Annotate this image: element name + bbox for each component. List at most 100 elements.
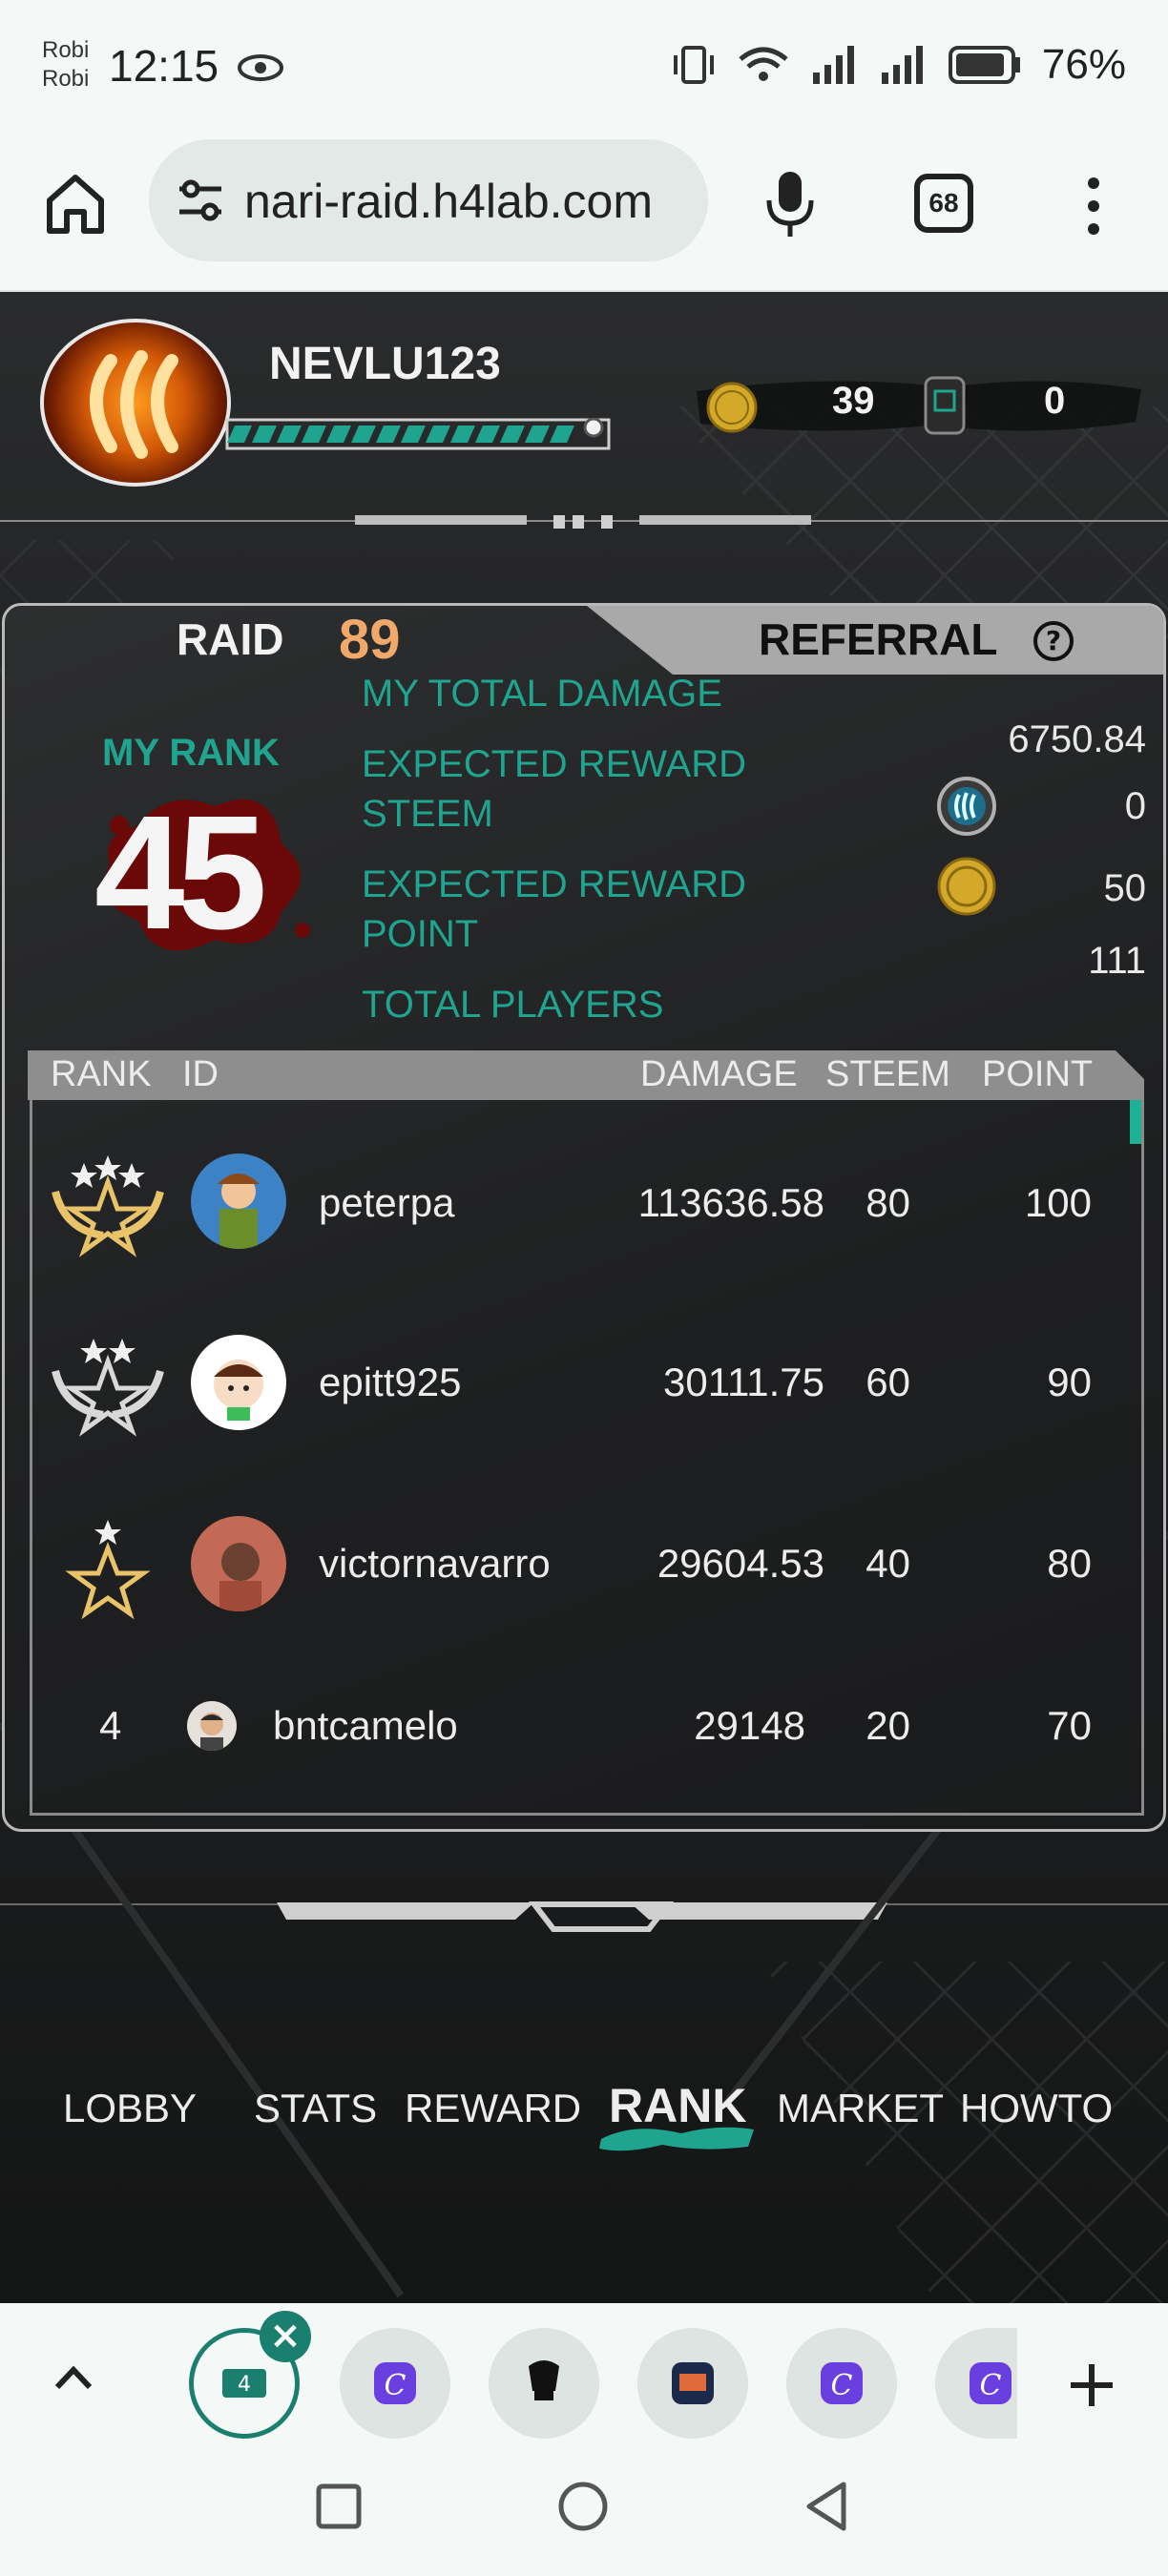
steem-value: 80	[866, 1180, 910, 1225]
ranking-table[interactable]: peterpa 113636.58 80 100 epitt925 30111.…	[30, 1100, 1144, 1816]
vibrate-icon	[673, 46, 714, 84]
tab-thumbnail[interactable]: C	[786, 2328, 897, 2439]
silver-rank-badge-icon	[52, 1339, 164, 1437]
player-id: epitt925	[319, 1360, 462, 1404]
nav-lobby[interactable]: LOBBY	[63, 2086, 197, 2131]
avatar	[191, 1335, 286, 1430]
header-rank: RANK	[51, 1054, 152, 1094]
point-value: 90	[1047, 1360, 1092, 1404]
signal-icon-1	[812, 46, 854, 84]
total-damage-label: MY TOTAL DAMAGE	[362, 673, 722, 715]
xp-progress-bar	[225, 418, 611, 450]
back-icon[interactable]	[803, 2481, 849, 2532]
carrier-1: Robi	[42, 37, 90, 63]
nav-reward[interactable]: REWARD	[405, 2086, 581, 2131]
game-screen: NEVLU123 39 0 RAID 89 REFERRAL ? MY RANK…	[0, 292, 1168, 2303]
reward-steem-label: EXPECTED REWARD STEEM	[362, 739, 746, 839]
system-navigation-bar	[0, 2446, 1168, 2576]
help-icon[interactable]: ?	[1033, 621, 1074, 661]
rank-number: 4	[99, 1703, 122, 1748]
header-id: ID	[182, 1054, 219, 1094]
avatar	[191, 1153, 286, 1249]
address-bar[interactable]: nari-raid.h4lab.com	[149, 139, 708, 261]
recents-icon[interactable]	[315, 2483, 363, 2530]
svg-text:4: 4	[238, 2373, 251, 2397]
player-avatar[interactable]	[40, 319, 231, 487]
url-text: nari-raid.h4lab.com	[244, 175, 653, 228]
reward-point-label: EXPECTED REWARD POINT	[362, 860, 746, 959]
player-id: peterpa	[319, 1180, 455, 1225]
point-value: 80	[1047, 1541, 1092, 1586]
steem-coin-icon	[937, 777, 996, 836]
my-rank-number: 45	[94, 782, 267, 964]
new-tab-icon[interactable]	[1067, 2360, 1116, 2410]
home-icon[interactable]	[42, 170, 109, 237]
nav-howto[interactable]: HOWTO	[960, 2086, 1113, 2131]
gold-rank-badge-icon	[52, 1155, 164, 1257]
table-row[interactable]: epitt925 30111.75 60 90	[32, 1300, 1139, 1472]
damage-value: 29148	[694, 1703, 805, 1748]
browser-toolbar: nari-raid.h4lab.com 68	[0, 134, 1168, 292]
my-rank-label: MY RANK	[102, 732, 280, 774]
table-row[interactable]: peterpa 113636.58 80 100	[32, 1119, 1139, 1291]
steem-value: 60	[866, 1360, 910, 1404]
point-coin-icon	[937, 857, 996, 916]
tab-thumbnail[interactable]	[637, 2328, 748, 2439]
nav-stats[interactable]: STATS	[254, 2086, 377, 2131]
point-value: 70	[1047, 1703, 1092, 1748]
coin-count: 39	[832, 380, 875, 422]
player-id: victornavarro	[319, 1541, 551, 1586]
tab-referral[interactable]: REFERRAL	[759, 613, 997, 665]
nav-market[interactable]: MARKET	[777, 2086, 944, 2131]
tab-thumbnail[interactable]	[489, 2328, 599, 2439]
tab-switcher-button[interactable]: 68	[914, 174, 973, 233]
raid-rank-panel: RAID 89 REFERRAL ? MY RANK 45 MY TOTAL D…	[2, 603, 1166, 1832]
damage-value: 30111.75	[663, 1360, 824, 1404]
steem-logo-icon	[90, 350, 178, 459]
close-tab-icon[interactable]: ×	[260, 2311, 311, 2362]
home-nav-icon[interactable]	[557, 2481, 609, 2532]
header-point: POINT	[982, 1054, 1094, 1094]
header-damage: DAMAGE	[640, 1054, 798, 1094]
player-id: bntcamelo	[273, 1703, 458, 1748]
total-players-label: TOTAL PLAYERS	[362, 984, 664, 1026]
my-rank-display: 45	[81, 787, 329, 959]
battery-level: 76%	[1041, 41, 1126, 88]
nav-rank[interactable]: RANK	[609, 2078, 746, 2133]
tab-raid[interactable]: RAID	[177, 613, 283, 665]
reward-point-label-line2: POINT	[362, 913, 479, 955]
ticket-count: 0	[1044, 380, 1066, 422]
signal-icon-2	[881, 46, 923, 84]
mic-icon[interactable]	[763, 168, 817, 240]
site-settings-icon[interactable]	[176, 177, 225, 223]
bronze-rank-badge-icon	[65, 1520, 151, 1619]
reward-steem-label-line1: EXPECTED REWARD	[362, 743, 747, 785]
tab-thumbnail[interactable]: C	[935, 2328, 1017, 2439]
browser-tab-strip: 4 × C C C	[0, 2303, 1168, 2446]
carrier-2: Robi	[42, 66, 90, 92]
avatar	[187, 1701, 237, 1751]
reward-steem-value: 0	[1124, 785, 1146, 827]
wifi-icon	[739, 47, 788, 81]
gold-coin-icon	[706, 382, 758, 433]
player-name: NEVLU123	[269, 339, 501, 389]
reward-steem-label-line2: STEEM	[362, 793, 493, 835]
eye-icon	[238, 54, 283, 81]
table-row[interactable]: victornavarro 29604.53 40 80	[32, 1482, 1139, 1653]
status-icons: 76%	[672, 40, 1126, 90]
tab-thumbnail[interactable]: C	[340, 2328, 450, 2439]
chevron-up-icon[interactable]	[50, 2360, 97, 2395]
point-value: 100	[1024, 1180, 1092, 1225]
clock: 12:15	[109, 41, 219, 91]
battery-icon	[948, 46, 1020, 84]
svg-text:C: C	[831, 2369, 853, 2402]
more-menu-icon[interactable]	[1082, 176, 1105, 237]
steem-value: 40	[866, 1541, 910, 1586]
carrier-label: Robi Robi	[42, 36, 89, 93]
status-bar: Robi Robi 12:15 76%	[0, 0, 1168, 134]
damage-value: 29604.53	[657, 1541, 824, 1586]
total-players-value: 111	[1088, 940, 1146, 982]
reward-point-label-line1: EXPECTED REWARD	[362, 863, 747, 905]
table-row[interactable]: 4 bntcamelo 29148 20 70	[32, 1653, 1139, 1813]
header-steem: STEEM	[825, 1054, 950, 1094]
